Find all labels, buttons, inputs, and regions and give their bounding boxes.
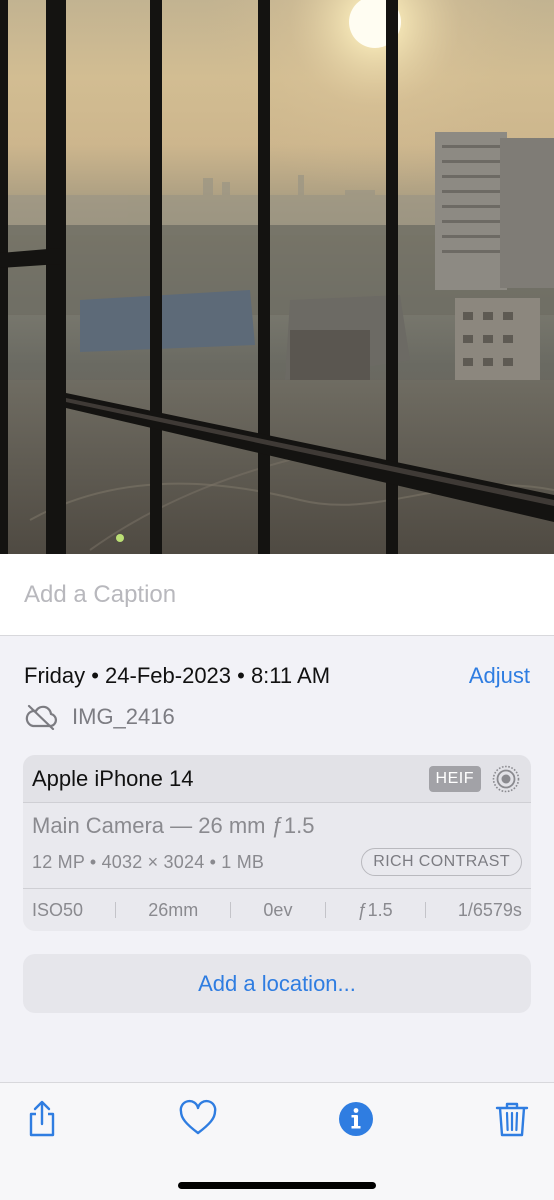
caption-placeholder: Add a Caption [24, 580, 177, 608]
format-badge: HEIF [428, 765, 481, 792]
exif-divider [424, 902, 426, 918]
share-icon [29, 1100, 55, 1137]
exif-shutter-speed: 1/6579s [457, 899, 522, 920]
heart-icon [179, 1099, 217, 1135]
add-location-button[interactable]: Add a location... [23, 954, 531, 1013]
bottom-toolbar [0, 1082, 554, 1200]
date-row: Friday • 24-Feb-2023 • 8:11 AM Adjust [24, 660, 530, 692]
delete-button[interactable] [492, 1099, 532, 1139]
home-indicator[interactable] [178, 1182, 376, 1189]
photographic-style-badge: RICH CONTRAST [361, 848, 522, 876]
image-specs-row: 12 MP • 4032 × 3024 • 1 MB RICH CONTRAST [32, 847, 522, 877]
photo-image [0, 0, 554, 554]
trash-icon [495, 1102, 529, 1137]
cloud-slash-icon [24, 704, 58, 731]
caption-field[interactable]: Add a Caption [0, 554, 554, 636]
live-photo-icon[interactable] [491, 764, 521, 794]
exif-divider [230, 902, 232, 918]
device-name: Apple iPhone 14 [32, 765, 194, 791]
exif-focal-length: 26mm [148, 899, 199, 920]
info-button[interactable] [336, 1099, 376, 1139]
camera-card-header: Apple iPhone 14 HEIF [23, 755, 531, 803]
file-name: IMG_2416 [72, 704, 175, 729]
exif-divider [115, 902, 117, 918]
info-panel: Friday • 24-Feb-2023 • 8:11 AM Adjust IM… [0, 636, 554, 1082]
info-icon [339, 1102, 373, 1136]
exif-divider [324, 902, 326, 918]
photo-view[interactable] [0, 0, 554, 554]
camera-info-card: Apple iPhone 14 HEIF Main Camera — 26 mm… [23, 755, 531, 931]
favorite-button[interactable] [178, 1099, 218, 1139]
share-button[interactable] [22, 1099, 62, 1139]
exif-exposure-bias: 0ev [263, 899, 293, 920]
exif-row: ISO50 26mm 0ev ƒ1.5 1/6579s [23, 888, 531, 931]
camera-card-badges: HEIF [428, 764, 521, 794]
date-time-label: Friday • 24-Feb-2023 • 8:11 AM [24, 663, 331, 688]
file-row: IMG_2416 [24, 702, 175, 732]
image-specs: 12 MP • 4032 × 3024 • 1 MB [32, 851, 265, 872]
adjust-button[interactable]: Adjust [469, 663, 530, 689]
lens-info: Main Camera — 26 mm ƒ1.5 [32, 813, 315, 838]
exif-iso: ISO50 [32, 899, 84, 920]
exif-aperture: ƒ1.5 [357, 899, 393, 920]
